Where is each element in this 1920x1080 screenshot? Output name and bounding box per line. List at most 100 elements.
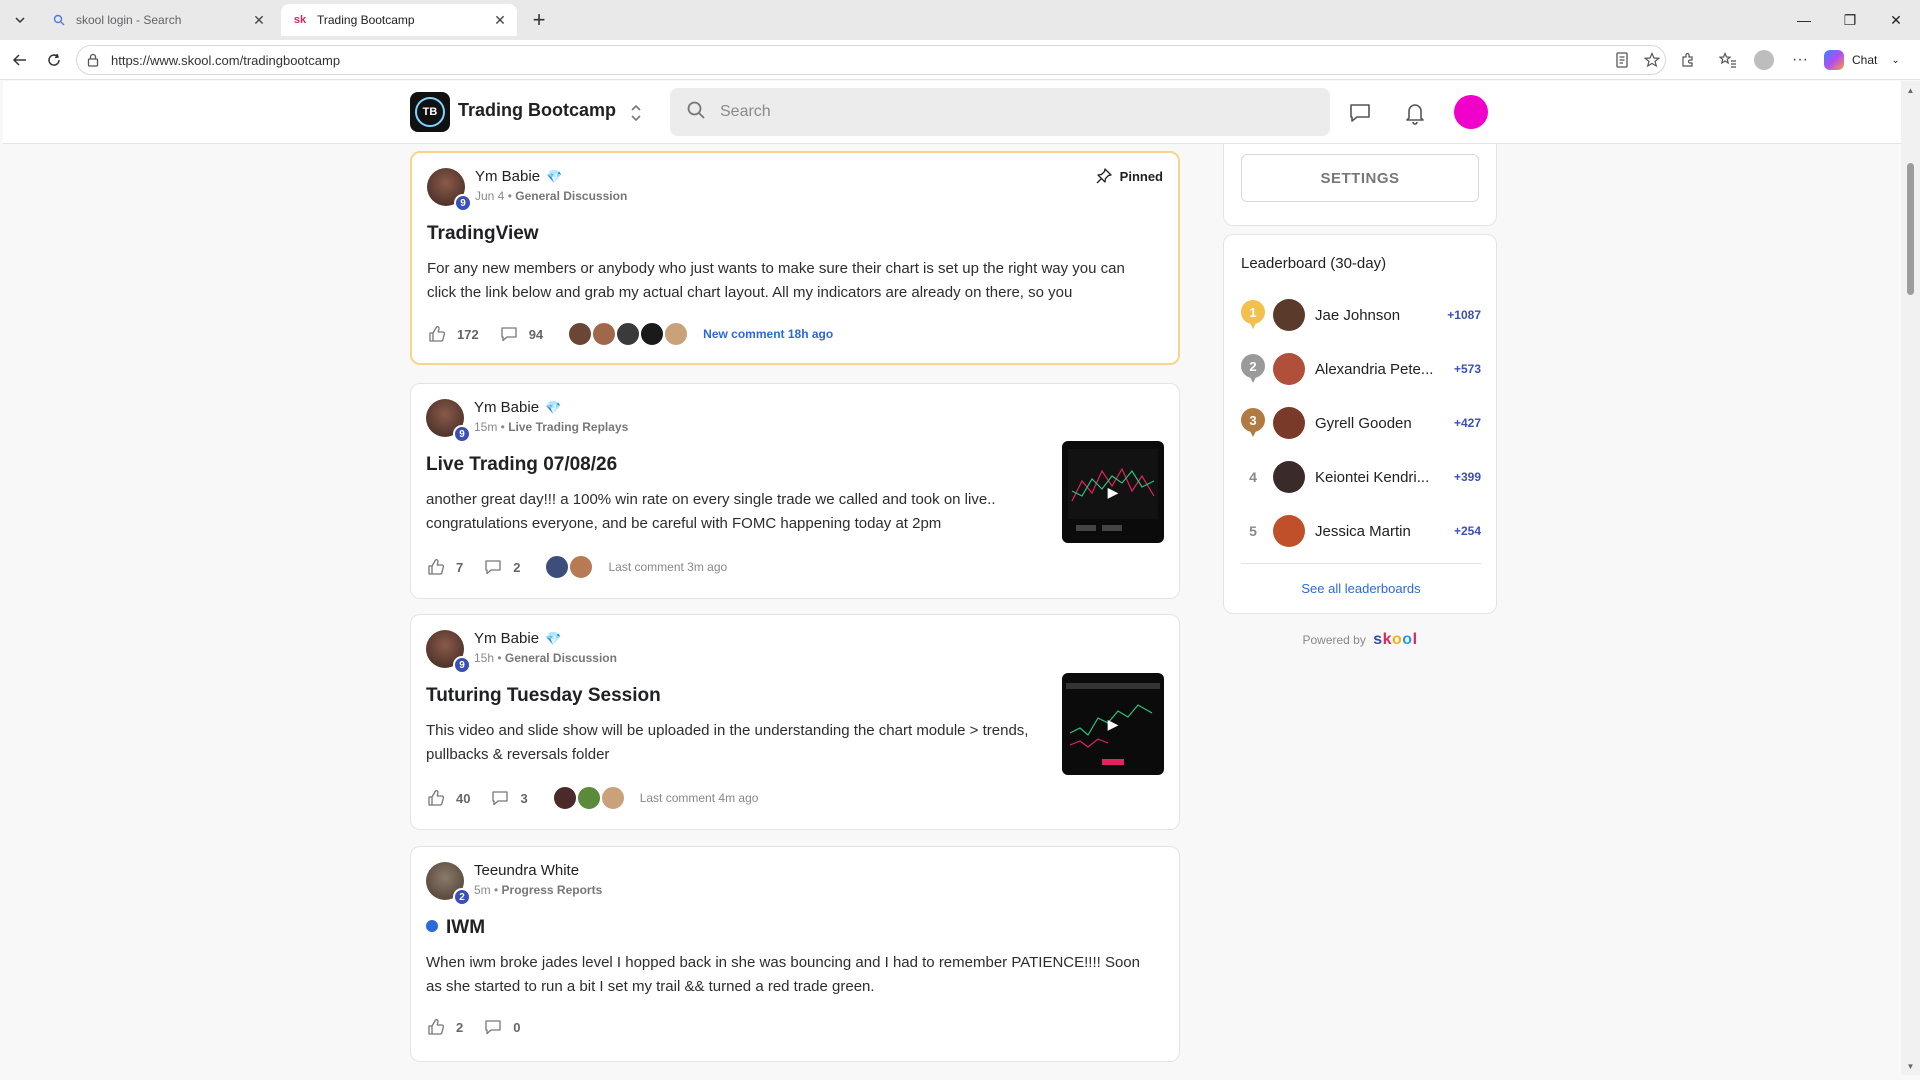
leader-avatar[interactable] — [1273, 299, 1305, 331]
leader-name[interactable]: Jae Johnson — [1315, 307, 1445, 324]
scroll-up-icon[interactable]: ▲ — [1905, 85, 1916, 95]
leader-points: +573 — [1453, 362, 1481, 376]
post-category[interactable]: General Discussion — [515, 189, 627, 203]
last-comment-status[interactable]: Last comment 3m ago — [608, 560, 727, 574]
group-logo[interactable]: TB — [410, 92, 450, 132]
leader-avatar[interactable] — [1273, 407, 1305, 439]
leaderboard-row[interactable]: 1 Jae Johnson +1087 — [1241, 297, 1481, 333]
post-title[interactable]: IWM — [426, 917, 485, 939]
leader-name[interactable]: Gyrell Gooden — [1315, 415, 1445, 432]
post-category[interactable]: General Discussion — [505, 651, 617, 665]
post-card-pinned[interactable]: 9 Ym Babie 💎 Jun 4 • General Discussion P… — [410, 151, 1180, 365]
back-arrow-icon — [13, 54, 26, 66]
tab-trading-bootcamp[interactable]: sk Trading Bootcamp ✕ — [281, 4, 517, 36]
leader-avatar[interactable] — [1273, 353, 1305, 385]
post-card[interactable]: 9 Ym Babie 💎 15m • Live Trading Replays L… — [410, 383, 1180, 599]
like-icon[interactable] — [426, 1017, 446, 1037]
tab-skool-login-search[interactable]: skool login - Search ✕ — [40, 4, 276, 36]
restore-button[interactable]: ❐ — [1830, 8, 1870, 32]
leader-avatar[interactable] — [1273, 461, 1305, 493]
address-bar[interactable]: https://www.skool.com/tradingbootcamp — [76, 45, 1666, 75]
post-body[interactable]: When iwm broke jades level I hopped back… — [426, 951, 1156, 999]
profile-icon[interactable] — [1750, 46, 1778, 74]
post-card[interactable]: 9 Ym Babie 💎 15h • General Discussion Tut… — [410, 614, 1180, 830]
author-name[interactable]: Teeundra White — [474, 862, 579, 879]
post-body[interactable]: For any new members or anybody who just … — [427, 257, 1157, 305]
comment-icon[interactable] — [483, 1017, 503, 1037]
like-icon[interactable] — [426, 557, 446, 577]
settings-card: SETTINGS — [1223, 144, 1497, 226]
powered-by[interactable]: Powered by skool — [1223, 631, 1497, 649]
leader-avatar[interactable] — [1273, 515, 1305, 547]
comment-icon[interactable] — [490, 788, 510, 808]
back-button[interactable] — [6, 46, 34, 74]
chat-icon[interactable] — [1345, 98, 1375, 128]
video-thumbnail[interactable]: ▶ — [1062, 441, 1164, 543]
pinned-badge: Pinned — [1096, 168, 1163, 184]
diamond-icon: 💎 — [545, 631, 562, 646]
copilot-chat-button[interactable]: Chat ⌄ — [1824, 47, 1916, 73]
leaderboard-title: Leaderboard (30-day) — [1241, 255, 1387, 272]
more-options-icon[interactable]: ··· — [1786, 46, 1814, 74]
notifications-bell-icon[interactable] — [1400, 98, 1430, 128]
see-all-leaderboards-link[interactable]: See all leaderboards — [1224, 581, 1498, 596]
leader-name[interactable]: Jessica Martin — [1315, 523, 1445, 540]
extensions-icon[interactable] — [1674, 46, 1702, 74]
last-comment-status[interactable]: Last comment 4m ago — [640, 791, 759, 805]
author-name[interactable]: Ym Babie 💎 — [475, 168, 562, 185]
close-tab-icon[interactable]: ✕ — [491, 11, 509, 29]
post-actions: 7 2 Last comment 3m ago — [426, 554, 727, 580]
scroll-thumb[interactable] — [1907, 163, 1914, 295]
post-title[interactable]: Tuturing Tuesday Session — [426, 685, 661, 707]
new-comment-status[interactable]: New comment 18h ago — [703, 327, 833, 341]
minimize-button[interactable]: — — [1784, 8, 1824, 32]
post-category[interactable]: Progress Reports — [502, 883, 603, 897]
leaderboard-row[interactable]: 3 Gyrell Gooden +427 — [1241, 405, 1481, 441]
post-meta: 5m • Progress Reports — [474, 883, 603, 897]
reader-mode-icon[interactable] — [1608, 46, 1636, 74]
like-icon[interactable] — [427, 324, 447, 344]
page-scrollbar[interactable]: ▲ ▼ — [1901, 81, 1920, 1075]
new-tab-button[interactable]: + — [527, 7, 551, 32]
commenter-avatars — [567, 321, 690, 347]
group-switcher-icon[interactable] — [626, 101, 646, 125]
post-title[interactable]: Live Trading 07/08/26 — [426, 454, 617, 476]
post-actions: 172 94 New comment 18h ago — [427, 321, 833, 347]
leaderboard-row[interactable]: 5 Jessica Martin +254 — [1241, 513, 1481, 549]
close-window-button[interactable]: ✕ — [1876, 8, 1916, 32]
like-icon[interactable] — [426, 788, 446, 808]
scroll-down-icon[interactable]: ▼ — [1905, 1061, 1916, 1071]
lock-icon — [87, 53, 103, 67]
rank-medal: 1 — [1241, 297, 1265, 333]
comment-icon[interactable] — [499, 324, 519, 344]
commenter-avatars — [551, 785, 626, 811]
post-body[interactable]: This video and slide show will be upload… — [426, 719, 1046, 767]
rank-medal: 2 — [1241, 351, 1265, 387]
author-name[interactable]: Ym Babie 💎 — [474, 399, 561, 416]
leaderboard-row[interactable]: 2 Alexandria Pete... +573 — [1241, 351, 1481, 387]
favorites-list-icon[interactable] — [1714, 46, 1742, 74]
post-title[interactable]: TradingView — [427, 223, 539, 245]
search-icon — [50, 12, 68, 28]
post-category[interactable]: Live Trading Replays — [508, 420, 628, 434]
comment-icon[interactable] — [483, 557, 503, 577]
leader-name[interactable]: Alexandria Pete... — [1315, 361, 1445, 378]
favorite-star-icon[interactable] — [1638, 46, 1666, 74]
diamond-icon: 💎 — [545, 400, 562, 415]
tab-list-button[interactable] — [6, 6, 34, 34]
close-tab-icon[interactable]: ✕ — [250, 11, 268, 29]
post-body[interactable]: another great day!!! a 100% win rate on … — [426, 488, 1046, 536]
tab-strip: skool login - Search ✕ sk Trading Bootca… — [0, 0, 1920, 40]
video-thumbnail[interactable]: ▶ — [1062, 673, 1164, 775]
leader-name[interactable]: Keiontei Kendri... — [1315, 469, 1445, 486]
refresh-button[interactable] — [40, 46, 68, 74]
post-card[interactable]: 2 Teeundra White 5m • Progress Reports I… — [410, 846, 1180, 1062]
tab-title: Trading Bootcamp — [317, 13, 415, 27]
settings-button[interactable]: SETTINGS — [1241, 154, 1479, 202]
leaderboard-row[interactable]: 4 Keiontei Kendri... +399 — [1241, 459, 1481, 495]
user-avatar[interactable] — [1454, 95, 1488, 129]
author-name[interactable]: Ym Babie 💎 — [474, 630, 561, 647]
group-name[interactable]: Trading Bootcamp — [458, 100, 616, 121]
search-input[interactable] — [720, 103, 1280, 121]
search-bar[interactable] — [670, 88, 1330, 136]
